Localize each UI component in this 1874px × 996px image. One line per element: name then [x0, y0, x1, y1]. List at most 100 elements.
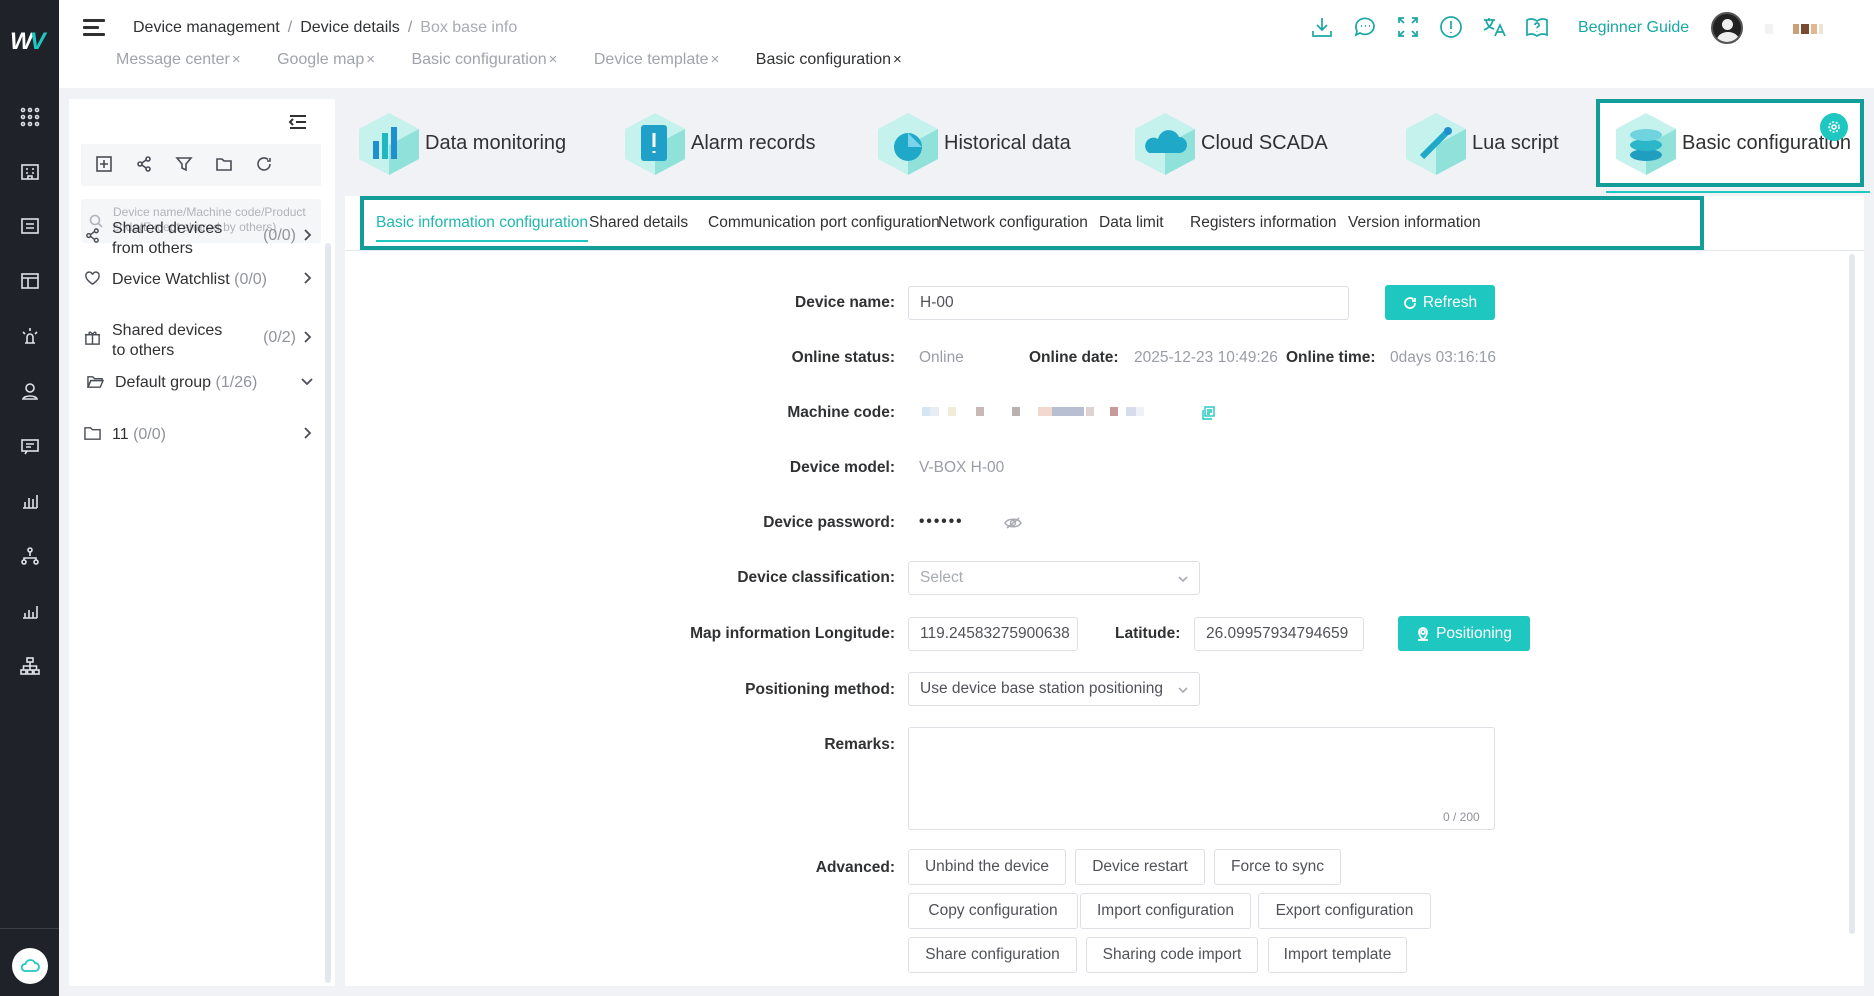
- device-restart-button[interactable]: Device restart: [1075, 849, 1205, 885]
- help-book-icon[interactable]: [1524, 14, 1552, 42]
- card-lua-script[interactable]: Lua script: [1402, 99, 1559, 187]
- device-classification-label: Device classification:: [737, 569, 895, 586]
- avatar[interactable]: [1711, 12, 1743, 44]
- collapse-panel-icon[interactable]: [288, 114, 308, 130]
- page-tab[interactable]: Message center ×: [116, 51, 241, 69]
- export-configuration-button[interactable]: Export configuration: [1258, 893, 1431, 929]
- network-icon[interactable]: [19, 545, 41, 567]
- longitude-input[interactable]: 119.24583275900638: [908, 617, 1078, 651]
- eye-hidden-icon[interactable]: [1004, 516, 1022, 530]
- online-date-value: 2025-12-23 10:49:26: [1134, 349, 1278, 366]
- share-configuration-button[interactable]: Share configuration: [908, 937, 1077, 973]
- refresh-icon[interactable]: [255, 155, 275, 175]
- grid-icon[interactable]: [19, 106, 41, 128]
- left-rail: WV: [0, 0, 59, 996]
- sharing-code-import-button[interactable]: Sharing code import: [1086, 937, 1258, 973]
- chevron-right-icon[interactable]: [300, 228, 314, 242]
- translate-icon[interactable]: [1481, 14, 1509, 42]
- close-icon[interactable]: ×: [366, 51, 375, 68]
- close-icon[interactable]: ×: [549, 51, 558, 68]
- bar-chart-icon[interactable]: [19, 490, 41, 512]
- import-configuration-button[interactable]: Import configuration: [1080, 893, 1251, 929]
- username-redacted[interactable]: [1765, 21, 1825, 34]
- add-group-icon[interactable]: [95, 155, 115, 175]
- device-classification-select[interactable]: Select: [908, 561, 1200, 595]
- latitude-input[interactable]: 26.09957934794659: [1194, 617, 1364, 651]
- message-icon[interactable]: [19, 435, 41, 457]
- subtab-communication-port[interactable]: Communication port configuration: [708, 214, 940, 232]
- page-tab-label: Device template: [593, 51, 709, 68]
- subtab-network[interactable]: Network configuration: [938, 214, 1088, 232]
- download-icon[interactable]: [1309, 14, 1337, 42]
- tree-group-name: Default group: [115, 374, 212, 391]
- menu-toggle-icon[interactable]: [83, 19, 105, 37]
- page-tab-label: Google map: [277, 51, 365, 68]
- breadcrumb-item[interactable]: Device management: [133, 19, 280, 36]
- stats-icon[interactable]: [19, 600, 41, 622]
- subtab-basic-info[interactable]: Basic information configuration: [376, 214, 588, 242]
- close-icon[interactable]: ×: [711, 51, 720, 68]
- force-sync-button[interactable]: Force to sync: [1214, 849, 1341, 885]
- card-basic-configuration[interactable]: Basic configuration: [1596, 99, 1870, 193]
- building-icon[interactable]: [19, 160, 41, 182]
- unbind-device-button[interactable]: Unbind the device: [908, 849, 1066, 885]
- chat-icon[interactable]: [1352, 14, 1380, 42]
- page-tab[interactable]: Google map ×: [277, 51, 375, 69]
- tree-toolbar: [81, 144, 321, 186]
- card-historical-data[interactable]: Historical data: [874, 99, 1071, 187]
- positioning-method-select[interactable]: Use device base station positioning: [908, 672, 1200, 706]
- copy-icon[interactable]: [1201, 406, 1215, 420]
- beginner-guide-link[interactable]: Beginner Guide: [1578, 19, 1689, 37]
- folder-open-icon: [86, 373, 105, 391]
- latitude-label: Latitude:: [1115, 625, 1181, 642]
- subtab-registers[interactable]: Registers information: [1190, 214, 1336, 232]
- gift-icon: [84, 329, 102, 347]
- tree-group-name: 11: [112, 426, 129, 443]
- tree-group-count: (1/26): [215, 374, 258, 391]
- org-chart-icon[interactable]: [19, 655, 41, 677]
- info-icon[interactable]: [1438, 14, 1466, 42]
- card-label: Historical data: [944, 131, 1071, 154]
- settings-gear-icon[interactable]: [1820, 113, 1848, 141]
- app-logo: WV: [10, 28, 46, 55]
- folder-icon[interactable]: [215, 155, 235, 175]
- alarm-icon[interactable]: [19, 325, 41, 347]
- user-icon[interactable]: [19, 380, 41, 402]
- subtab-version[interactable]: Version information: [1348, 214, 1481, 232]
- filter-icon[interactable]: [175, 155, 195, 175]
- chevron-right-icon[interactable]: [300, 330, 314, 344]
- device-password-label: Device password:: [763, 514, 895, 531]
- copy-configuration-button[interactable]: Copy configuration: [908, 893, 1078, 929]
- remarks-textarea[interactable]: [908, 727, 1495, 830]
- content-scrollbar[interactable]: [1849, 254, 1855, 934]
- subtab-shared-details[interactable]: Shared details: [589, 214, 688, 232]
- breadcrumb-item[interactable]: Device details: [300, 19, 400, 36]
- page-tab[interactable]: Basic configuration ×: [411, 51, 557, 69]
- subtab-data-limit[interactable]: Data limit: [1099, 214, 1164, 232]
- page-tab-active[interactable]: Basic configuration ×: [756, 51, 902, 69]
- device-model-label: Device model:: [789, 459, 895, 476]
- share-icon[interactable]: [135, 155, 155, 175]
- close-icon[interactable]: ×: [893, 51, 902, 68]
- card-alarm-records[interactable]: Alarm records: [621, 99, 815, 187]
- close-icon[interactable]: ×: [232, 51, 241, 68]
- layout-icon[interactable]: [19, 270, 41, 292]
- page-tab[interactable]: Device template ×: [594, 51, 719, 69]
- import-template-button[interactable]: Import template: [1268, 937, 1407, 973]
- chevron-right-icon[interactable]: [300, 426, 314, 440]
- historical-data-icon: [874, 107, 942, 179]
- refresh-button[interactable]: Refresh: [1385, 285, 1495, 320]
- card-data-monitoring[interactable]: Data monitoring: [355, 99, 566, 187]
- device-name-input[interactable]: H-00: [908, 286, 1349, 320]
- positioning-button[interactable]: Positioning: [1398, 616, 1530, 651]
- fullscreen-icon[interactable]: [1395, 14, 1423, 42]
- share-icon: [84, 227, 102, 245]
- card-cloud-scada[interactable]: Cloud SCADA: [1131, 99, 1328, 187]
- chevron-down-icon: [1177, 683, 1189, 695]
- cloud-icon[interactable]: [12, 948, 48, 984]
- breadcrumb: Device management / Device details / Box bas…: [133, 19, 518, 36]
- list-icon[interactable]: [19, 215, 41, 237]
- chevron-down-icon[interactable]: [300, 374, 314, 388]
- chevron-right-icon[interactable]: [300, 271, 314, 285]
- panel-scrollbar[interactable]: [325, 243, 331, 983]
